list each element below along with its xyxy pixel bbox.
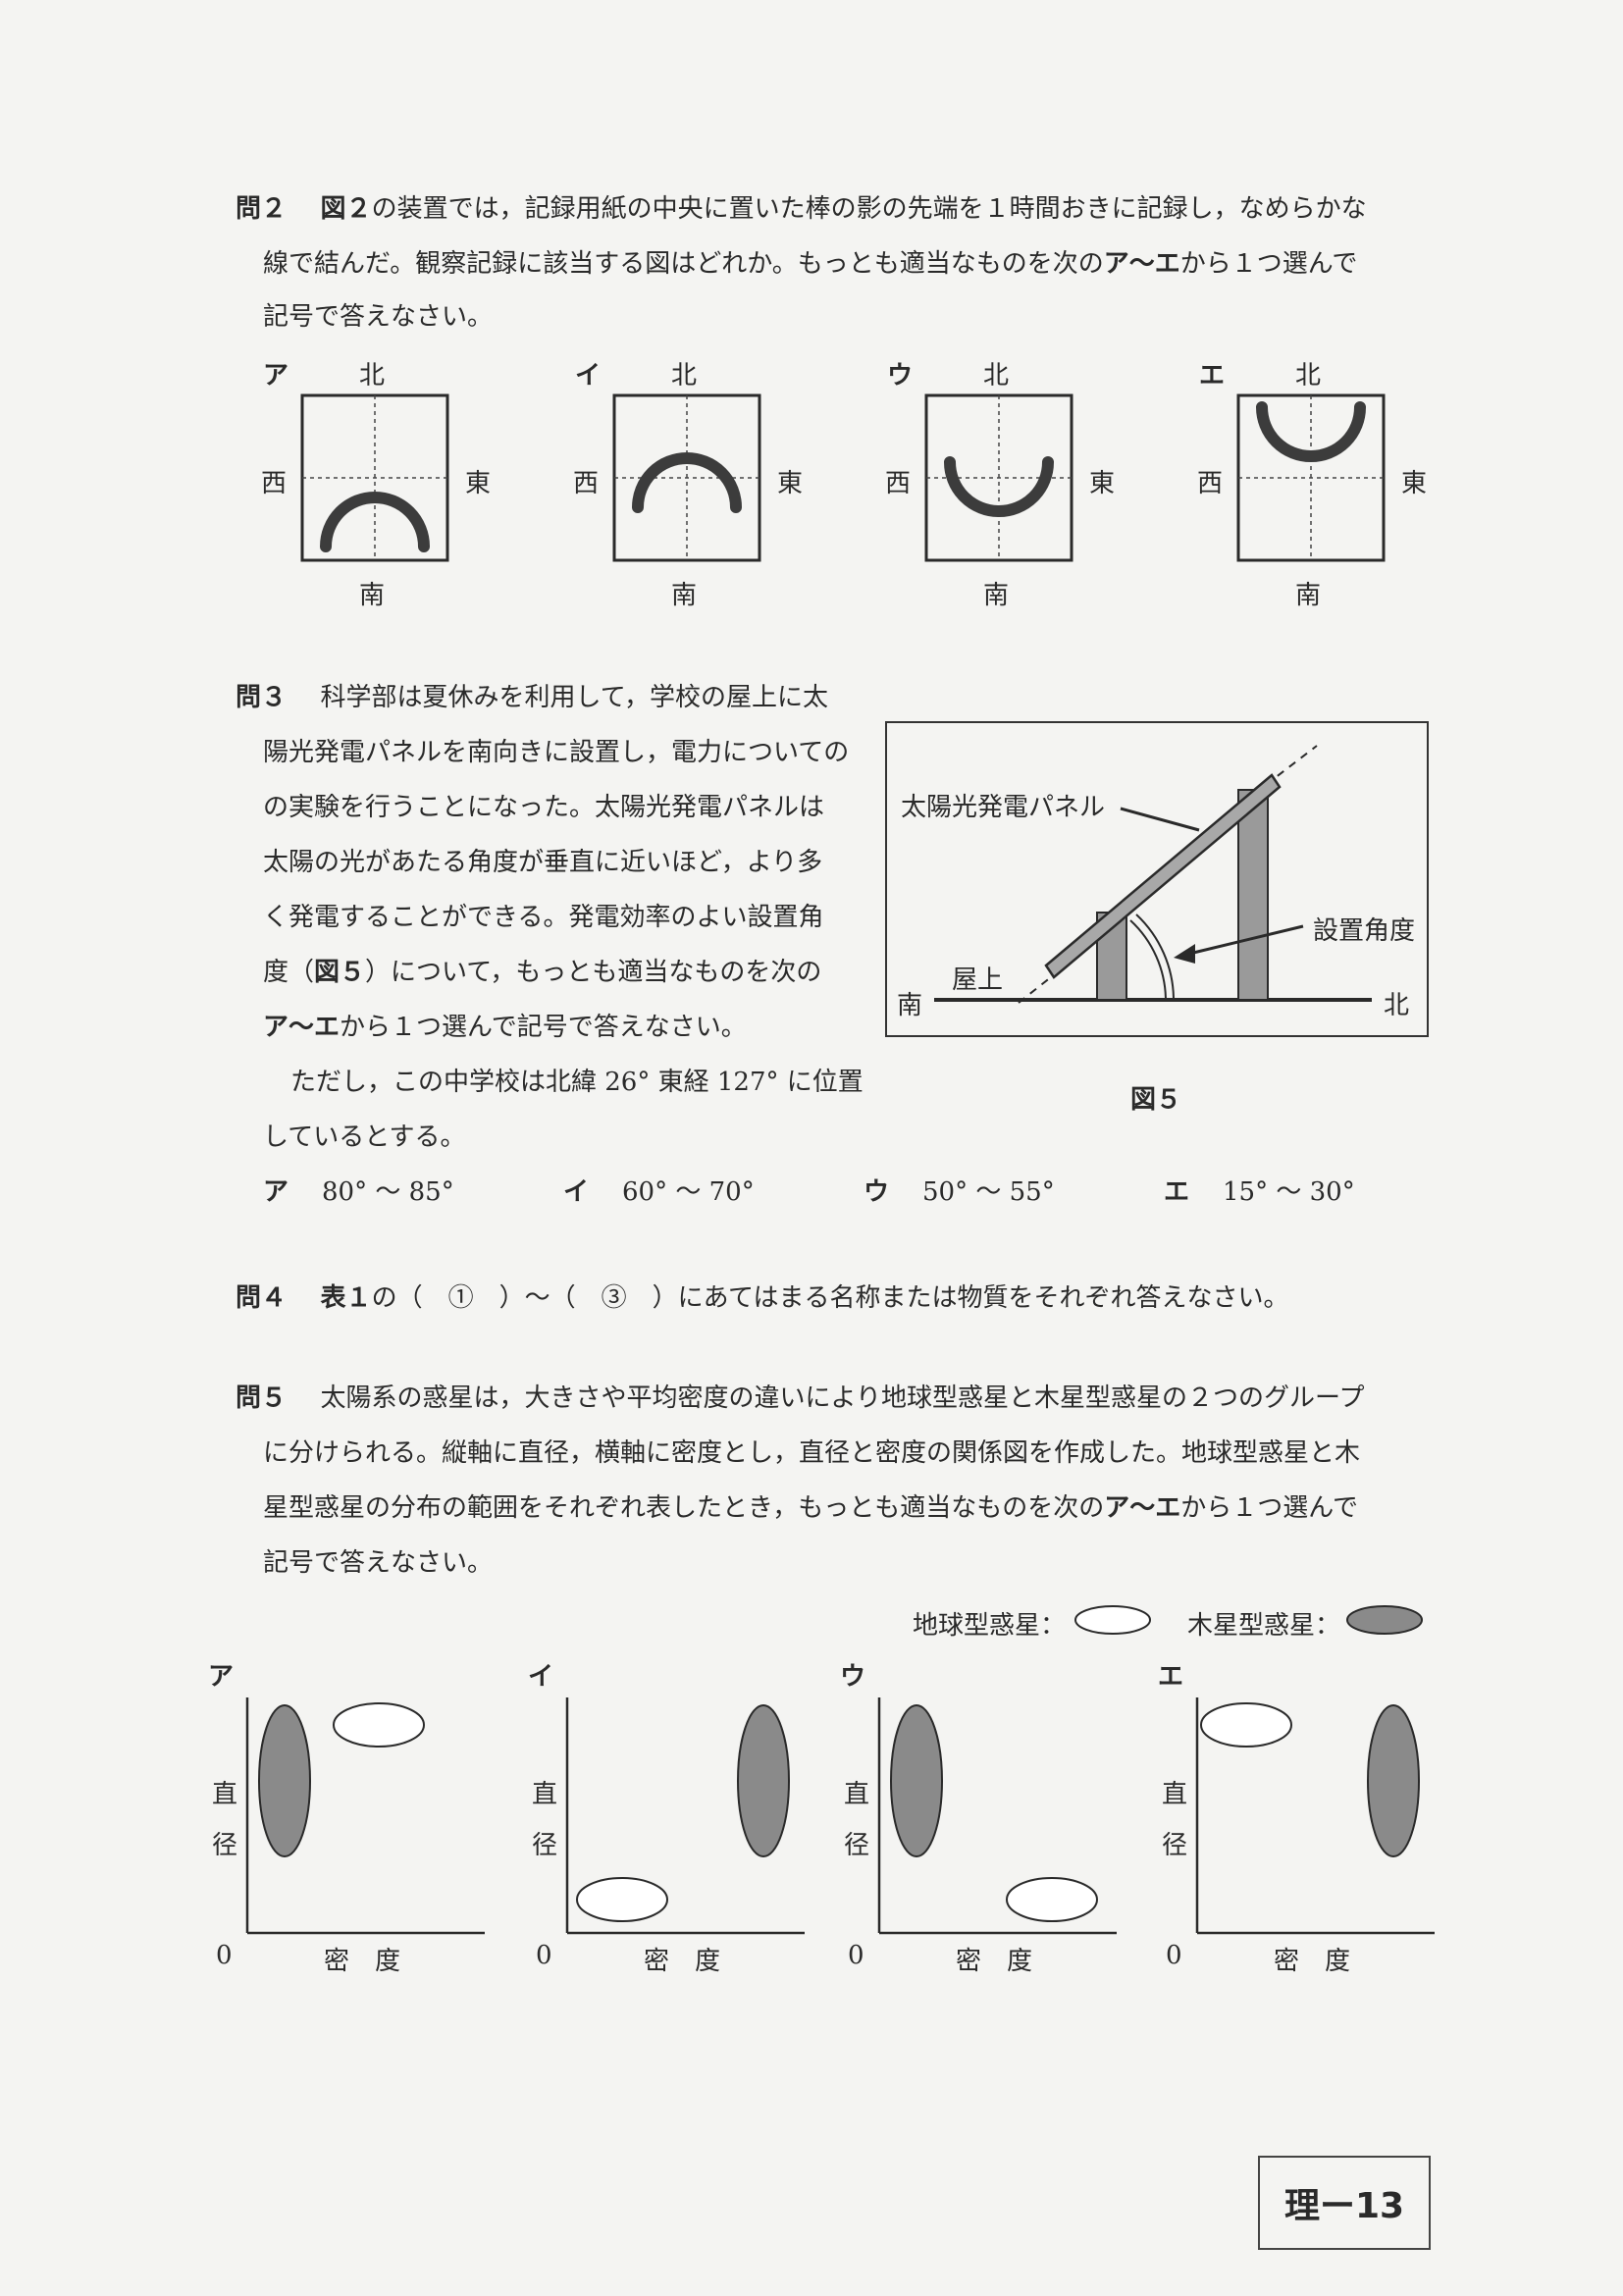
q5-graph-0-ylabel-2: 径 — [212, 1831, 238, 1860]
q5-graph-3-origin: 0 — [1166, 1941, 1182, 1970]
q5-graph-label-3[interactable]: エ — [1158, 1656, 1183, 1693]
q5-graph-0-terrestrial-region — [333, 1702, 425, 1748]
q5-graph-1-xlabel: 密 度 — [644, 1947, 721, 1976]
q5-graph-3-plot — [1195, 1697, 1435, 1935]
q5-graph-2-origin: 0 — [848, 1941, 864, 1970]
q5-graph-1-ylabel-1: 直 — [532, 1780, 558, 1809]
q5-graph-0-ylabel-1: 直 — [212, 1780, 238, 1809]
q5-graph-1-ylabel-2: 径 — [532, 1831, 558, 1860]
q5-graph-3-terrestrial-region — [1200, 1702, 1292, 1748]
q5-graph-label-1[interactable]: イ — [528, 1656, 553, 1693]
q5-graph-label-2[interactable]: ウ — [840, 1656, 865, 1693]
q5-graph-3-jovian-region — [1367, 1704, 1420, 1857]
q5-graph-0-xlabel: 密 度 — [324, 1947, 401, 1976]
q5-graph-2-jovian-region — [890, 1704, 943, 1857]
q5-graph-2-plot — [877, 1697, 1117, 1935]
q5-graph-1-plot — [565, 1697, 805, 1935]
q5-graph-2-terrestrial-region — [1006, 1877, 1098, 1922]
q5-graph-3-ylabel-1: 直 — [1162, 1780, 1188, 1809]
legend-jovian-label: 木星型惑星： — [1187, 1611, 1341, 1641]
q5-graph-2-ylabel-1: 直 — [844, 1780, 870, 1809]
q5-graph-2-ylabel-2: 径 — [844, 1831, 870, 1860]
legend-jovian-ellipse — [1346, 1605, 1423, 1635]
q5-graph-2-xlabel: 密 度 — [956, 1947, 1033, 1976]
q5-graph-0-origin: 0 — [216, 1941, 233, 1970]
legend-symbols — [1074, 1605, 1423, 1635]
q5-graph-0-plot — [245, 1697, 485, 1935]
q5-graph-1-origin: 0 — [536, 1941, 552, 1970]
q5-graph-3-ylabel-2: 径 — [1162, 1831, 1188, 1860]
q5-graph-1-terrestrial-region — [576, 1877, 668, 1922]
q5-graph-label-0[interactable]: ア — [208, 1656, 234, 1693]
q5-graph-3-xlabel: 密 度 — [1274, 1947, 1351, 1976]
q5-graph-0-jovian-region — [258, 1704, 311, 1857]
q5-graph-1-jovian-region — [737, 1704, 790, 1857]
page-label: 理ー13 — [1258, 2156, 1431, 2250]
legend-terrestrial-ellipse — [1074, 1605, 1151, 1635]
